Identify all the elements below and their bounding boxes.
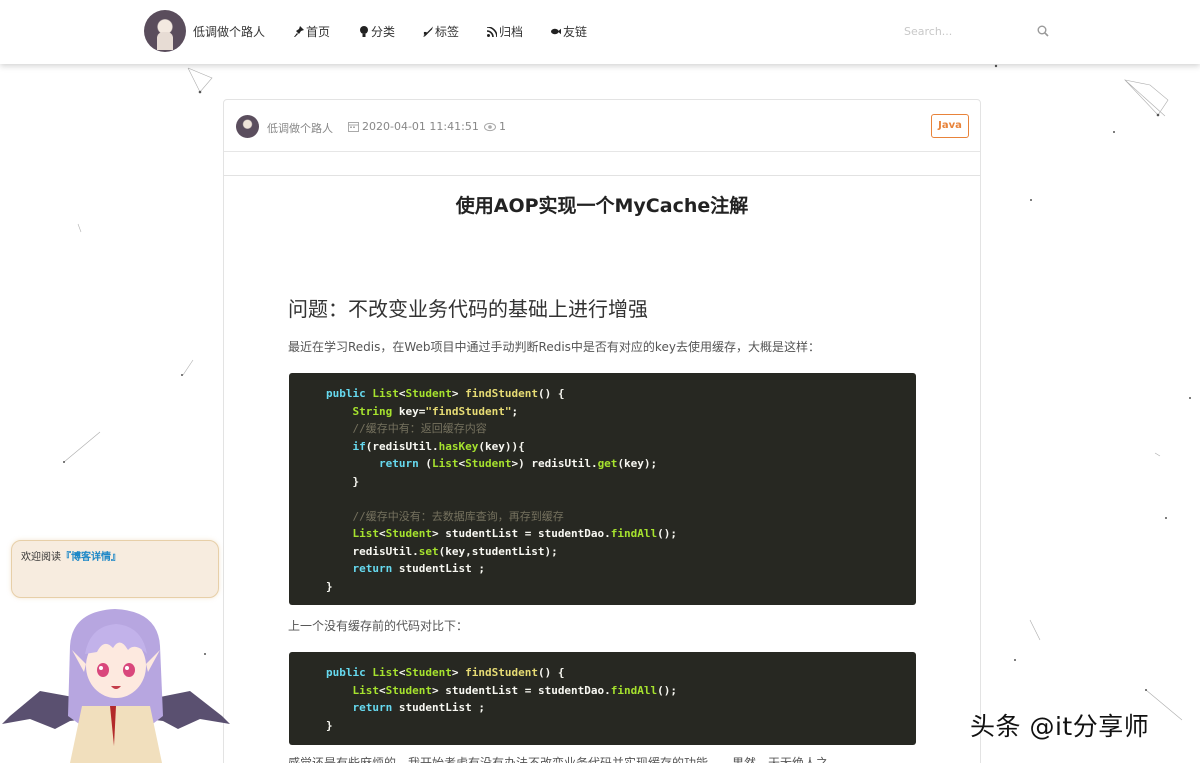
watermark: 头条 @it分享师 <box>970 712 1150 741</box>
search-icon[interactable] <box>1037 25 1049 37</box>
nav-friend-links[interactable]: 友链 <box>551 23 587 40</box>
nav-category-label: 分类 <box>371 25 396 39</box>
bubble-prefix: 欢迎阅读 <box>21 552 61 563</box>
bubble-text: 欢迎阅读『博客详情』 <box>21 548 121 563</box>
nav-archive-label: 归档 <box>499 25 524 39</box>
author-avatar[interactable] <box>236 115 259 138</box>
nav-category[interactable]: 分类 <box>359 23 395 40</box>
site-avatar[interactable] <box>144 10 186 52</box>
mascot-speech-bubble: 欢迎阅读『博客详情』 <box>11 540 219 598</box>
code-line: } <box>326 474 360 488</box>
article-meta: 低调做个路人 2020-04-01 11:41:51 1 Java <box>224 100 980 152</box>
article-title: 使用AOP实现一个MyCache注解 <box>455 195 749 217</box>
search-input[interactable] <box>896 20 1056 42</box>
bubble-link[interactable]: 『博客详情』 <box>61 552 121 563</box>
code-line: List<Student> studentList = studentDao.f… <box>352 527 678 540</box>
pin-icon <box>294 26 304 37</box>
view-count: 1 <box>499 120 506 133</box>
site-name[interactable]: 低调做个路人 <box>193 23 265 40</box>
code-line: return studentList ; <box>352 562 485 575</box>
code-line: } <box>326 718 333 732</box>
paragraph: 最近在学习Redis，在Web项目中通过手动判断Redis中是否有对应的key去… <box>288 340 820 354</box>
rss-icon <box>487 26 497 37</box>
nav-tags[interactable]: 标签 <box>423 23 459 40</box>
code-line: //缓存中没有：去数据库查询，再存到缓存 <box>326 509 564 523</box>
code-line: if(redisUtil.hasKey(key)){ <box>352 439 525 453</box>
code-line: //缓存中有：返回缓存内容 <box>326 422 487 435</box>
mascot-character[interactable] <box>0 606 232 763</box>
tag-badge-java[interactable]: Java <box>931 114 969 138</box>
top-navbar: 低调做个路人 首页 分类 标签 归档 友链 <box>0 0 1200 64</box>
nav-friend-links-label: 友链 <box>563 25 588 39</box>
code-block: public List<Student> findStudent() { Lis… <box>289 652 916 745</box>
nav-home-label: 首页 <box>306 25 331 39</box>
author-name[interactable]: 低调做个路人 <box>267 120 333 136</box>
tag-icon <box>423 26 433 37</box>
nav-tags-label: 标签 <box>435 25 460 39</box>
code-line: redisUtil.set(key,studentList); <box>326 544 558 558</box>
paragraph: 感觉还是有些麻烦的，我开始考虑有没有办法不改变业务代码并实现缓存的功能……果然，… <box>288 756 829 763</box>
code-line: String key="findStudent"; <box>352 404 519 418</box>
nav-archive[interactable]: 归档 <box>487 23 523 40</box>
article-card: 低调做个路人 2020-04-01 11:41:51 1 Java 使用AOP实… <box>223 99 981 763</box>
code-line: public List<Student> findStudent() { <box>326 666 565 679</box>
fish-icon <box>551 28 561 35</box>
divider <box>224 175 980 176</box>
code-line: public List<Student> findStudent() { <box>326 387 565 400</box>
paragraph: 上一个没有缓存前的代码对比下： <box>288 619 469 633</box>
section-heading: 问题：不改变业务代码的基础上进行增强 <box>288 297 648 321</box>
code-line: return (List<Student>) redisUtil.get(key… <box>378 457 658 470</box>
nav-home[interactable]: 首页 <box>294 23 330 40</box>
code-line: List<Student> studentList = studentDao.f… <box>352 683 678 697</box>
code-block: public List<Student> findStudent() { Str… <box>289 373 916 605</box>
calendar-icon <box>348 122 359 132</box>
publish-date: 2020-04-01 11:41:51 <box>362 120 479 133</box>
eye-icon <box>484 122 496 132</box>
code-line: return studentList ; <box>352 701 485 714</box>
code-line: } <box>326 579 333 593</box>
bulb-icon <box>360 26 368 37</box>
